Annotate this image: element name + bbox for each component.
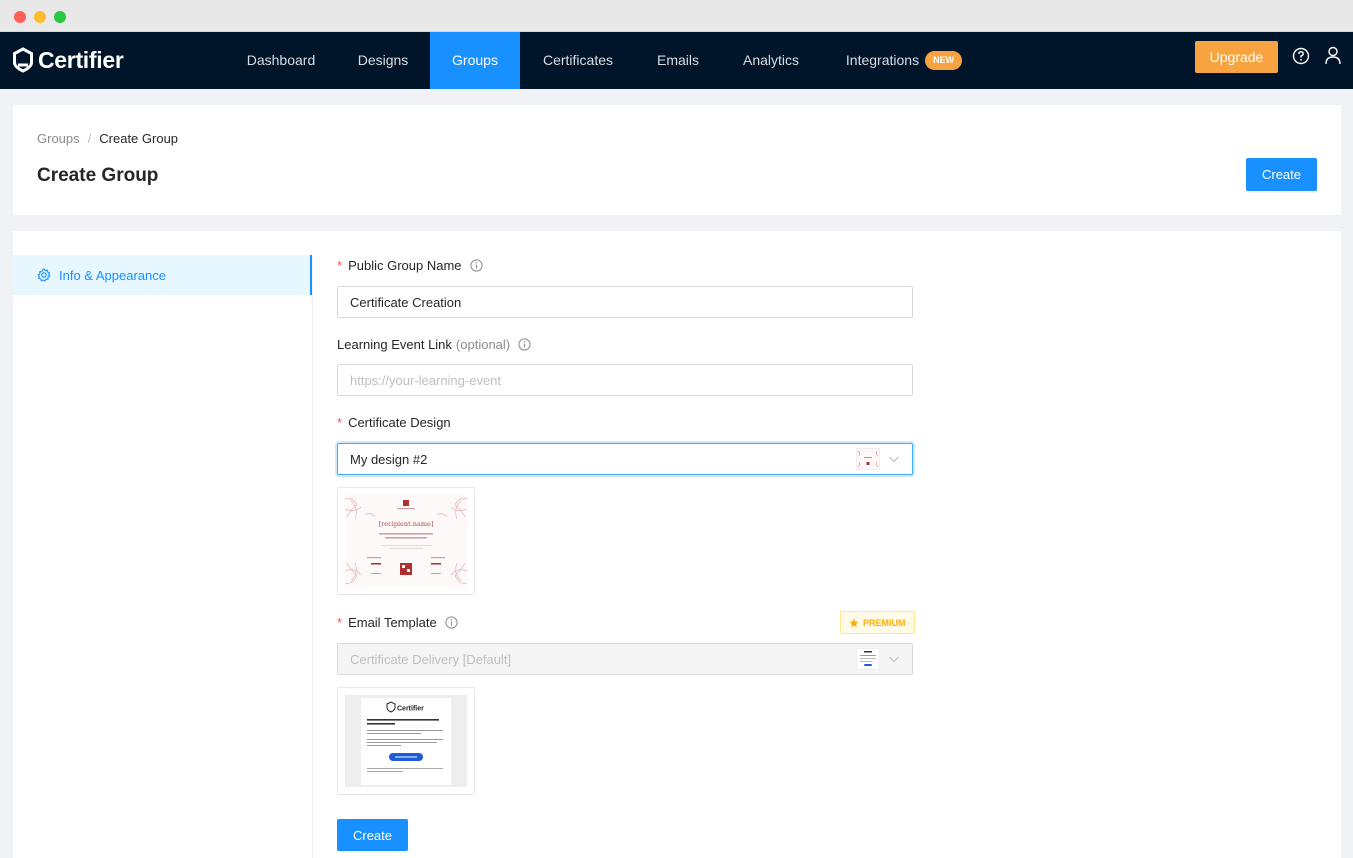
info-circle-icon[interactable] <box>469 259 483 272</box>
nav-groups[interactable]: Groups <box>430 32 520 89</box>
certificate-design-preview[interactable]: [recipient.name] <box>337 487 475 595</box>
nav-analytics[interactable]: Analytics <box>728 32 814 89</box>
email-template-preview[interactable]: Certifier <box>337 687 475 795</box>
breadcrumb-current: Create Group <box>99 131 179 146</box>
email-template-select-value: Certificate Delivery [Default] <box>350 651 512 667</box>
nav-certificates[interactable]: Certificates <box>528 32 628 89</box>
window-titlebar <box>0 0 1353 32</box>
page-header: Groups / Create Group Create Group Create <box>13 105 1341 215</box>
certifier-logo-icon <box>13 47 33 73</box>
design-label-text: Certificate Design <box>348 415 451 430</box>
event-link-label-text: Learning Event Link <box>337 337 452 352</box>
nav-label: Analytics <box>742 52 800 68</box>
page-title: Create Group <box>37 165 159 186</box>
main-content: Info & Appearance * Public Group Name Le… <box>13 231 1341 858</box>
design-label: * Certificate Design <box>337 415 451 430</box>
email-thumbnail-icon <box>856 648 880 670</box>
design-select[interactable]: My design #2 <box>337 443 913 475</box>
question-circle-icon[interactable] <box>1292 47 1310 65</box>
required-asterisk: * <box>337 615 343 630</box>
breadcrumb-separator: / <box>87 131 92 146</box>
sidebar-item-label: Info & Appearance <box>59 267 166 283</box>
create-button-bottom[interactable]: Create <box>337 819 408 851</box>
event-link-label: Learning Event Link (optional) <box>337 337 531 352</box>
chevron-down-icon <box>889 656 899 663</box>
design-select-value: My design #2 <box>350 451 428 467</box>
close-window-button[interactable] <box>14 11 26 23</box>
create-button-top[interactable]: Create <box>1246 158 1317 191</box>
nav-label: Dashboard <box>246 52 316 68</box>
info-circle-icon[interactable] <box>445 616 458 629</box>
chevron-down-icon <box>889 456 899 463</box>
email-preview-logo-text: Certifier <box>397 706 424 713</box>
nav-integrations[interactable]: Integrations NEW <box>836 32 972 89</box>
nav-label: Emails <box>656 52 699 68</box>
nav-label: Certificates <box>542 52 614 68</box>
info-circle-icon[interactable] <box>518 338 531 351</box>
top-navigation: Certifier Dashboard Designs Groups Certi… <box>0 32 1353 89</box>
email-template-label-text: Email Template <box>348 615 437 630</box>
breadcrumb-groups-link[interactable]: Groups <box>37 131 80 146</box>
nav-label: Integrations <box>845 52 920 68</box>
required-asterisk: * <box>337 415 343 430</box>
required-asterisk: * <box>337 258 343 273</box>
email-template-select[interactable]: Certificate Delivery [Default] <box>337 643 913 675</box>
group-name-input[interactable] <box>337 286 913 318</box>
event-link-input[interactable] <box>337 364 913 396</box>
email-template-label: * Email Template <box>337 615 458 630</box>
certificate-preview-image: [recipient.name] <box>344 495 468 587</box>
design-thumbnail-icon <box>856 448 880 470</box>
star-icon <box>849 618 859 627</box>
optional-text: (optional) <box>455 337 511 352</box>
recipient-placeholder-text: [recipient.name] <box>379 520 434 528</box>
nav-dashboard[interactable]: Dashboard <box>231 32 331 89</box>
email-preview-image: Certifier <box>345 695 467 787</box>
upgrade-button[interactable]: Upgrade <box>1195 41 1278 73</box>
minimize-window-button[interactable] <box>34 11 46 23</box>
nav-label: Groups <box>452 52 498 68</box>
maximize-window-button[interactable] <box>54 11 66 23</box>
brand-name: Certifier <box>38 46 124 73</box>
group-name-label: * Public Group Name <box>337 258 483 273</box>
nav-designs[interactable]: Designs <box>339 32 427 89</box>
gear-icon <box>37 268 51 282</box>
premium-label: PREMIUM <box>863 617 906 628</box>
logo[interactable]: Certifier <box>12 43 124 77</box>
breadcrumb: Groups / Create Group <box>37 131 178 146</box>
user-icon[interactable] <box>1324 46 1342 65</box>
sidebar-item-info-appearance[interactable]: Info & Appearance <box>13 255 313 295</box>
premium-badge[interactable]: PREMIUM <box>840 611 915 634</box>
nav-emails[interactable]: Emails <box>640 32 716 89</box>
group-name-label-text: Public Group Name <box>348 258 462 273</box>
nav-label: Designs <box>357 52 409 68</box>
sidebar-divider <box>312 255 313 858</box>
new-badge: NEW <box>925 50 963 70</box>
